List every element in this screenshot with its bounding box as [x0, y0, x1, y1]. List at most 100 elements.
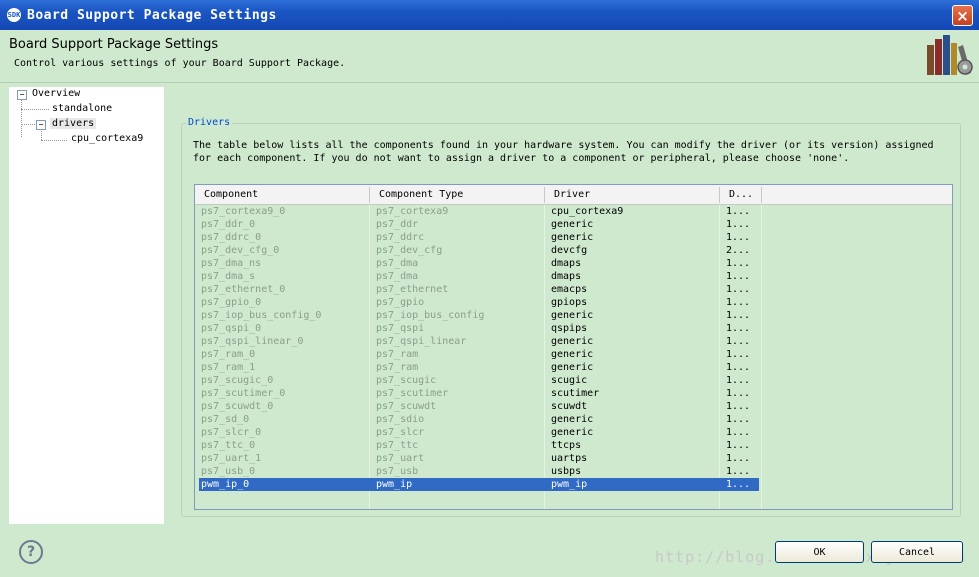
table-cell: ps7_cortexa9_0	[201, 206, 286, 217]
table-row[interactable]: ps7_slcr_0 ps7_slcr generic 1...	[195, 426, 952, 439]
table-cell: ps7_dev_cfg_0	[201, 245, 280, 256]
dialog-header: Board Support Package Settings Control v…	[0, 30, 979, 83]
table-cell[interactable]: generic	[551, 335, 593, 348]
collapse-icon[interactable]: −	[17, 90, 27, 100]
table-row[interactable]: ps7_ddr_0 ps7_ddr generic 1...	[195, 218, 952, 231]
table-cell[interactable]: ttcps	[551, 439, 581, 452]
window-title: Board Support Package Settings	[27, 8, 277, 23]
table-cell[interactable]: scuwdt	[551, 400, 587, 413]
table-cell: ps7_gpio	[376, 297, 425, 308]
column-header-driver-version[interactable]: D...	[729, 189, 753, 200]
selection-highlight	[199, 478, 759, 491]
table-row[interactable]: ps7_ddrc_0 ps7_ddrc generic 1...	[195, 231, 952, 244]
table-cell[interactable]: generic	[551, 348, 593, 361]
table-cell: 1...	[726, 271, 751, 282]
title-bar: SDK Board Support Package Settings ×	[0, 0, 979, 30]
table-row[interactable]: ps7_sd_0 ps7_sdio generic 1...	[195, 413, 952, 426]
table-cell[interactable]: gpiops	[551, 296, 587, 309]
dialog-title: Board Support Package Settings	[9, 37, 219, 52]
table-cell: 1...	[726, 440, 751, 451]
table-cell: ps7_ddr_0	[201, 219, 256, 230]
column-header-component[interactable]: Component	[204, 189, 258, 200]
table-cell: ps7_dma	[376, 258, 419, 269]
table-cell[interactable]: emacps	[551, 283, 587, 296]
table-cell[interactable]: pwm_ip	[551, 478, 587, 491]
table-cell: 1...	[726, 310, 751, 321]
collapse-icon[interactable]: −	[36, 120, 46, 130]
table-cell: 1...	[726, 414, 751, 425]
table-cell[interactable]: generic	[551, 309, 593, 322]
tree-item-drivers[interactable]: drivers	[50, 118, 97, 129]
table-row[interactable]: ps7_qspi_0 ps7_qspi qspips 1...	[195, 322, 952, 335]
tree-line	[41, 140, 67, 141]
table-cell: ps7_ram	[376, 349, 419, 360]
table-cell: ps7_sd_0	[201, 414, 250, 425]
table-cell: 1...	[726, 297, 751, 308]
table-cell: pwm_ip_0	[201, 479, 250, 490]
table-cell: ps7_iop_bus_config_0	[201, 310, 322, 321]
table-cell: ps7_scutimer	[376, 388, 449, 399]
table-row[interactable]: ps7_ethernet_0 ps7_ethernet emacps 1...	[195, 283, 952, 296]
table-cell[interactable]: generic	[551, 426, 593, 439]
table-cell: ps7_sdio	[376, 414, 425, 425]
table-row[interactable]: ps7_ttc_0 ps7_ttc ttcps 1...	[195, 439, 952, 452]
table-cell: ps7_qspi_0	[201, 323, 262, 334]
table-cell: ps7_dma_ns	[201, 258, 262, 269]
table-row[interactable]: ps7_scutimer_0 ps7_scutimer scutimer 1...	[195, 387, 952, 400]
table-cell[interactable]: cpu_cortexa9	[551, 205, 623, 218]
table-row[interactable]: ps7_uart_1 ps7_uart uartps 1...	[195, 452, 952, 465]
cancel-button[interactable]: Cancel	[871, 541, 963, 563]
table-cell: ps7_ethernet_0	[201, 284, 286, 295]
column-header-component-type[interactable]: Component Type	[379, 189, 463, 200]
table-row[interactable]: ps7_dev_cfg_0 ps7_dev_cfg devcfg 2...	[195, 244, 952, 257]
table-row[interactable]: ps7_scuwdt_0 ps7_scuwdt scuwdt 1...	[195, 400, 952, 413]
table-cell[interactable]: uartps	[551, 452, 587, 465]
table-cell: 1...	[726, 336, 751, 347]
table-cell[interactable]: generic	[551, 361, 593, 374]
table-row[interactable]: ps7_iop_bus_config_0 ps7_iop_bus_config ge…	[195, 309, 952, 322]
table-row[interactable]: ps7_ram_1 ps7_ram generic 1...	[195, 361, 952, 374]
table-row[interactable]: ps7_cortexa9_0 ps7_cortexa9 cpu_cortexa9 1.…	[195, 205, 952, 218]
table-cell[interactable]: qspips	[551, 322, 587, 335]
column-divider[interactable]	[761, 187, 762, 203]
table-header: Component Component Type Driver D...	[195, 185, 952, 205]
column-divider[interactable]	[544, 187, 545, 203]
tree-item-overview[interactable]: Overview	[32, 88, 80, 99]
table-cell: ps7_ram	[376, 362, 419, 373]
table-cell[interactable]: generic	[551, 413, 593, 426]
table-cell: 1...	[726, 388, 751, 399]
column-divider[interactable]	[719, 187, 720, 203]
table-row[interactable]: ps7_dma_s ps7_dma dmaps 1...	[195, 270, 952, 283]
tree-line	[21, 124, 35, 125]
table-cell: ps7_dev_cfg	[376, 245, 443, 256]
table-row[interactable]: ps7_gpio_0 ps7_gpio gpiops 1...	[195, 296, 952, 309]
table-row[interactable]: ps7_scugic_0 ps7_scugic scugic 1...	[195, 374, 952, 387]
table-row[interactable]: ps7_ram_0 ps7_ram generic 1...	[195, 348, 952, 361]
table-row[interactable]: ps7_dma_ns ps7_dma dmaps 1...	[195, 257, 952, 270]
table-cell: ps7_scugic_0	[201, 375, 274, 386]
table-cell[interactable]: generic	[551, 218, 593, 231]
table-cell[interactable]: generic	[551, 231, 593, 244]
table-row[interactable]: ps7_qspi_linear_0 ps7_qspi_linear generic 1…	[195, 335, 952, 348]
table-cell[interactable]: usbps	[551, 465, 581, 478]
tree-item-standalone[interactable]: standalone	[52, 103, 112, 114]
help-button[interactable]: ?	[19, 540, 43, 564]
column-header-driver[interactable]: Driver	[554, 189, 590, 200]
table-row[interactable]: ps7_usb_0 ps7_usb usbps 1...	[195, 465, 952, 478]
table-cell: ps7_ddrc	[376, 232, 425, 243]
table-cell[interactable]: dmaps	[551, 257, 581, 270]
table-row[interactable]: pwm_ip_0 pwm_ip pwm_ip 1...	[195, 478, 952, 491]
close-button[interactable]: ×	[952, 5, 973, 26]
table-cell[interactable]: scutimer	[551, 387, 599, 400]
tree-item-cpu-cortexa9[interactable]: cpu_cortexa9	[71, 133, 143, 144]
table-cell[interactable]: scugic	[551, 374, 587, 387]
table-cell[interactable]: dmaps	[551, 270, 581, 283]
table-cell: ps7_usb_0	[201, 466, 256, 477]
ok-button[interactable]: OK	[775, 541, 864, 563]
table-cell: 1...	[726, 401, 751, 412]
drivers-table: Component Component Type Driver D... ps7…	[194, 184, 953, 510]
table-cell[interactable]: devcfg	[551, 244, 587, 257]
table-cell: ps7_ttc_0	[201, 440, 256, 451]
column-divider[interactable]	[369, 187, 370, 203]
tree-line	[21, 109, 49, 110]
